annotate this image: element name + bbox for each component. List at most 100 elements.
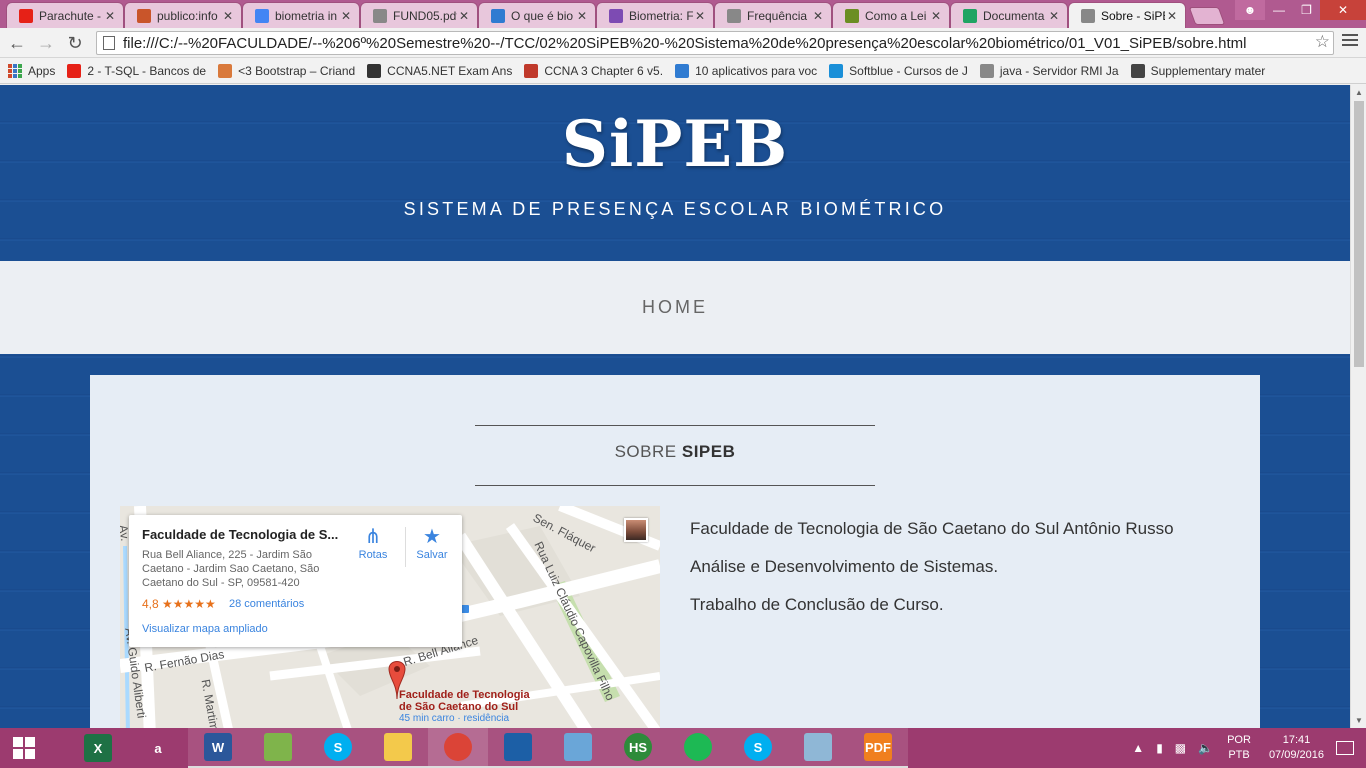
reload-icon[interactable]: ↻ <box>63 31 87 55</box>
browser-tab[interactable]: FUND05.pdf ✕ <box>360 2 478 28</box>
save-place-button[interactable]: ★ Salvar <box>405 525 459 561</box>
ccna-icon <box>367 63 382 78</box>
clock[interactable]: 17:41 07/09/2016 <box>1269 733 1324 763</box>
browser-tab[interactable]: Frequência ✕ <box>714 2 832 28</box>
word-icon-label: W <box>211 739 225 755</box>
place-comments-link[interactable]: 28 comentários <box>229 598 304 610</box>
network-signal-icon[interactable]: ▩ <box>1175 741 1186 755</box>
box-3d-icon <box>564 733 592 761</box>
taskbar-skype[interactable]: S <box>308 728 368 768</box>
taskbar-virtualbox[interactable] <box>488 728 548 768</box>
browser-tab[interactable]: Parachute - ✕ <box>6 2 124 28</box>
map-pin-travel-time: 45 min carro · residência <box>399 713 510 724</box>
back-icon[interactable]: ← <box>5 31 29 55</box>
scrollbar-thumb[interactable] <box>1354 101 1364 367</box>
directions-icon: ⋔ <box>364 526 382 548</box>
maximize-button[interactable]: ❐ <box>1293 0 1320 20</box>
chrome-menu-icon[interactable] <box>1342 34 1358 49</box>
page-icon <box>1081 8 1095 23</box>
close-tab-icon[interactable]: ✕ <box>693 9 707 23</box>
minimize-button[interactable]: — <box>1265 0 1293 20</box>
browser-tab[interactable]: Biometria: F ✕ <box>596 2 714 28</box>
bookmark-item[interactable]: Supplementary mater <box>1130 63 1265 78</box>
tab-title: O que é bio <box>511 8 574 23</box>
file-explorer-icon <box>384 733 412 761</box>
browser-tab[interactable]: Como a Lei ✕ <box>832 2 950 28</box>
close-tab-icon[interactable]: ✕ <box>929 9 943 23</box>
taskbar-chrome[interactable] <box>428 728 488 768</box>
dn-icon <box>845 8 859 23</box>
close-tab-icon[interactable]: ✕ <box>221 9 235 23</box>
browser-tab[interactable]: O que é bio ✕ <box>478 2 596 28</box>
browser-tab[interactable]: Documenta ✕ <box>950 2 1068 28</box>
excel-icon-label: X <box>93 740 103 756</box>
close-tab-icon[interactable]: ✕ <box>1047 9 1061 23</box>
taskbar-file-explorer[interactable] <box>368 728 428 768</box>
notifications-icon[interactable] <box>1336 741 1354 755</box>
about-description: Faculdade de Tecnologia de São Caetano d… <box>690 510 1174 624</box>
browser-tab[interactable]: biometria in ✕ <box>242 2 360 28</box>
close-tab-icon[interactable]: ✕ <box>457 9 471 23</box>
chevron-up-icon[interactable]: ▲ <box>1132 741 1144 755</box>
youtube-icon <box>19 8 33 23</box>
language-indicator[interactable]: POR PTB <box>1227 733 1251 763</box>
close-window-button[interactable]: ✕ <box>1320 0 1366 20</box>
bookmark-label: CCNA5.NET Exam Ans <box>387 63 513 78</box>
battery-icon[interactable]: ▮ <box>1156 741 1163 755</box>
start-button[interactable] <box>0 728 48 768</box>
tab-title: Parachute - <box>39 8 102 23</box>
taskbar-notes[interactable] <box>788 728 848 768</box>
tab-title: Biometria: F <box>629 8 693 23</box>
profile-icon[interactable]: ☻ <box>1235 0 1265 20</box>
site-brand[interactable]: SiPEB <box>0 107 1350 182</box>
taskbar-hotspot-shield[interactable]: HS <box>608 728 668 768</box>
bookmark-item[interactable]: Apps <box>8 63 55 78</box>
section-title-bold: SIPEB <box>681 442 736 461</box>
close-tab-icon[interactable]: ✕ <box>1165 9 1179 23</box>
map-pin-label[interactable]: Faculdade de Tecnologia de São Caetano d… <box>399 689 530 713</box>
taskbar-avast[interactable]: a <box>128 728 188 768</box>
bookmark-item[interactable]: <3 Bootstrap – Criand <box>218 63 355 78</box>
scroll-up-icon[interactable]: ▲ <box>1355 88 1363 97</box>
skype-2-icon: S <box>744 733 772 761</box>
directions-button[interactable]: ⋔ Rotas <box>346 525 400 561</box>
avatar[interactable] <box>624 518 648 542</box>
google-map-embed[interactable]: Sen. Fláquer Rua Luiz Cláudio Capovilla … <box>120 506 660 728</box>
taskbar-box-3d[interactable] <box>548 728 608 768</box>
pin-label-line-1: Faculdade de Tecnologia <box>399 689 530 701</box>
bookmark-item[interactable]: Softblue - Cursos de J <box>829 63 968 78</box>
bookmark-item[interactable]: 2 - T-SQL - Bancos de <box>67 63 206 78</box>
taskbar-pdf[interactable]: PDF <box>848 728 908 768</box>
taskbar-folder-green[interactable] <box>248 728 308 768</box>
bookmark-item[interactable]: CCNA5.NET Exam Ans <box>367 63 513 78</box>
new-tab-button[interactable] <box>1188 7 1226 25</box>
tab-title: Como a Lei <box>865 8 927 23</box>
address-bar[interactable]: file:///C:/--%20FACULDADE/--%206º%20Seme… <box>96 31 1334 55</box>
taskbar-spotify[interactable] <box>668 728 728 768</box>
taskbar-excel[interactable]: X <box>68 728 128 768</box>
tab-title: publico:info <box>157 8 218 23</box>
browser-tab[interactable]: publico:info ✕ <box>124 2 242 28</box>
close-tab-icon[interactable]: ✕ <box>103 9 117 23</box>
close-tab-icon[interactable]: ✕ <box>575 9 589 23</box>
page-scrollbar[interactable]: ▲ ▼ <box>1350 85 1366 728</box>
windows-logo-icon <box>13 737 35 759</box>
forward-icon[interactable]: → <box>34 31 58 55</box>
bookmark-star-icon[interactable]: ☆ <box>1315 32 1330 52</box>
bookmark-label: java - Servidor RMI Ja <box>999 63 1119 78</box>
skype-icon-label: S <box>333 739 343 755</box>
browser-tab[interactable]: Sobre - SiPE ✕ <box>1068 2 1186 28</box>
bookmark-item[interactable]: java - Servidor RMI Ja <box>979 63 1119 78</box>
taskbar-word[interactable]: W <box>188 728 248 768</box>
bookmark-item[interactable]: CCNA 3 Chapter 6 v5. <box>524 63 663 78</box>
taskbar-skype-2[interactable]: S <box>728 728 788 768</box>
tab-title: biometria in <box>275 8 338 23</box>
scroll-down-icon[interactable]: ▼ <box>1355 716 1363 725</box>
bookmark-item[interactable]: 10 aplicativos para voc <box>675 63 817 78</box>
close-tab-icon[interactable]: ✕ <box>811 9 825 23</box>
view-larger-map-link[interactable]: Visualizar mapa ampliado <box>142 623 268 635</box>
volume-icon[interactable]: 🔈 <box>1198 741 1213 755</box>
about-box: SOBRE SIPEB Sen. Fláquer Rua Luiz Cláudi… <box>90 375 1260 728</box>
nav-home-link[interactable]: HOME <box>642 297 708 318</box>
close-tab-icon[interactable]: ✕ <box>339 9 353 23</box>
